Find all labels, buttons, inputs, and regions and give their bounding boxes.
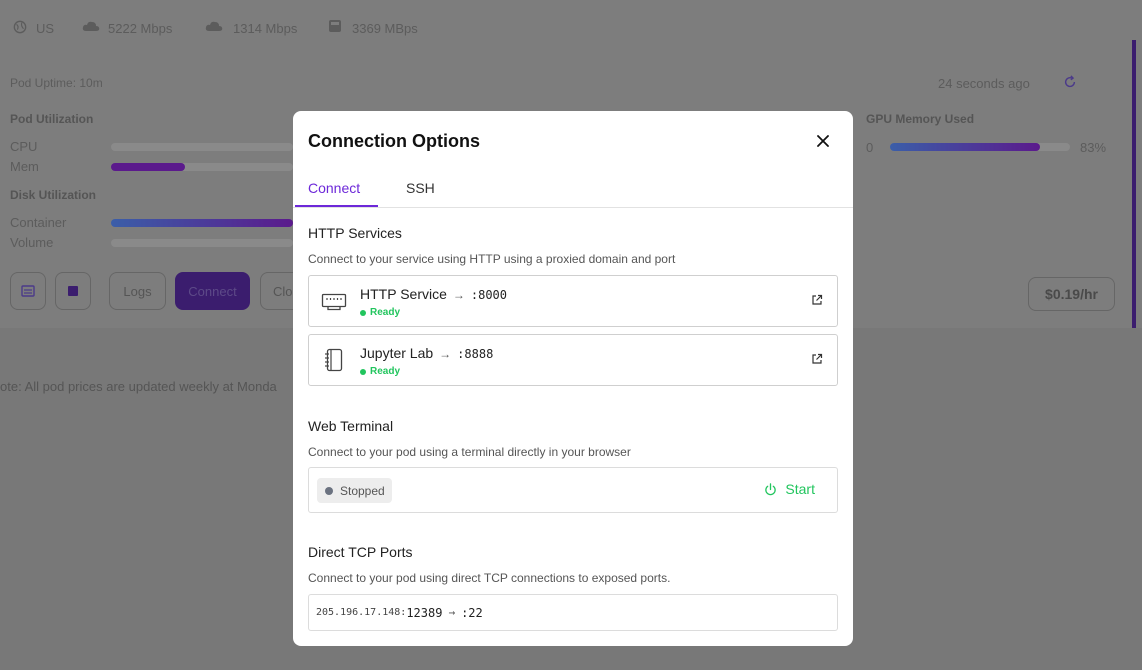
volume-bar-track [111, 239, 293, 247]
price-badge: $0.19/hr [1028, 277, 1115, 311]
web-terminal-title: Web Terminal [308, 418, 394, 434]
service-name: HTTP Service [360, 286, 447, 302]
ethernet-port-icon [321, 293, 347, 311]
tcp-internal-port: :22 [461, 605, 483, 620]
notebook-icon [325, 348, 343, 372]
close-button[interactable] [813, 131, 833, 151]
cpu-bar-track [111, 143, 293, 151]
terminal-status-text: Stopped [340, 483, 385, 498]
stop-button[interactable] [55, 272, 91, 310]
http-service-item[interactable]: HTTP Service → :8000 Ready [308, 275, 838, 327]
direct-tcp-description: Connect to your pod using direct TCP con… [308, 571, 671, 585]
gpu-memory-label: GPU Memory Used [866, 112, 975, 126]
service-status: Ready [360, 307, 400, 318]
cpu-label: CPU [10, 139, 38, 154]
web-terminal-description: Connect to your pod using a terminal dir… [308, 445, 631, 459]
arrow-right-icon: → [448, 606, 456, 619]
gpu-memory-percent-text: 83% [1080, 140, 1107, 155]
start-label: Start [785, 481, 815, 497]
active-tab-indicator [295, 205, 378, 207]
pod-uptime-text: Pod Uptime: 10m [10, 76, 103, 90]
connection-options-modal: Connection Options Connect SSH HTTP Serv… [293, 111, 853, 646]
list-icon [21, 285, 35, 297]
status-dot-icon [325, 486, 333, 495]
tcp-external-port: 12389 [406, 605, 443, 620]
terminal-status-badge: Stopped [317, 478, 392, 503]
tcp-ip-address: 205.196.17.148: [316, 607, 407, 618]
container-bar-fill [111, 219, 293, 227]
arrow-right-icon: → [439, 347, 452, 361]
power-icon [765, 482, 777, 495]
gpu-memory-bar-fill [890, 143, 1040, 151]
disk-speed-text: 3369 MBps [352, 21, 418, 36]
logs-button[interactable]: Logs [109, 272, 166, 310]
status-dot-icon [360, 309, 366, 316]
region-text: US [36, 21, 55, 36]
service-port: :8000 [470, 288, 507, 302]
service-status: Ready [360, 366, 400, 377]
http-services-title: HTTP Services [308, 225, 402, 241]
connect-button[interactable]: Connect [175, 272, 250, 310]
upload-speed-text: 1314 Mbps [233, 21, 298, 36]
mem-label: Mem [10, 159, 39, 174]
pod-utilization-label: Pod Utilization [10, 112, 94, 126]
service-status-text: Ready [370, 307, 401, 318]
volume-label: Volume [10, 235, 54, 250]
hard-drive-icon [329, 20, 341, 32]
http-services-description: Connect to your service using HTTP using… [308, 252, 676, 266]
cloud-upload-icon [205, 21, 223, 31]
web-terminal-panel: Stopped Start [308, 467, 838, 513]
modal-title: Connection Options [308, 131, 480, 151]
list-button[interactable] [10, 272, 46, 310]
stop-icon [68, 286, 78, 296]
download-speed-text: 5222 Mbps [108, 21, 173, 36]
arrow-right-icon: → [452, 288, 465, 302]
external-link-icon[interactable] [811, 294, 823, 306]
container-label: Container [10, 215, 67, 230]
status-dot-icon [360, 368, 366, 375]
service-port: :8888 [457, 347, 494, 361]
pricing-note: ote: All pod prices are updated weekly a… [0, 379, 277, 394]
globe-icon [13, 20, 27, 34]
gpu-index-text: 0 [866, 140, 874, 155]
refresh-icon[interactable] [1062, 75, 1078, 89]
service-status-text: Ready [370, 366, 401, 377]
close-icon [817, 135, 829, 147]
mem-bar-fill [111, 163, 185, 171]
service-name: Jupyter Lab [360, 345, 434, 361]
last-updated-text: 24 seconds ago [938, 76, 1030, 91]
start-terminal-button[interactable]: Start [764, 481, 815, 497]
direct-tcp-title: Direct TCP Ports [308, 544, 413, 560]
card-accent-line [1132, 40, 1136, 328]
cloud-download-icon [82, 21, 100, 31]
tab-ssh[interactable]: SSH [406, 180, 435, 196]
jupyter-service-item[interactable]: Jupyter Lab → :8888 Ready [308, 334, 838, 386]
disk-utilization-label: Disk Utilization [10, 188, 97, 202]
tcp-port-mapping[interactable]: 205.196.17.148: 12389 → :22 [308, 594, 838, 631]
connection-tabs: Connect SSH [293, 173, 853, 208]
tab-connect[interactable]: Connect [308, 180, 360, 196]
external-link-icon[interactable] [811, 353, 823, 365]
